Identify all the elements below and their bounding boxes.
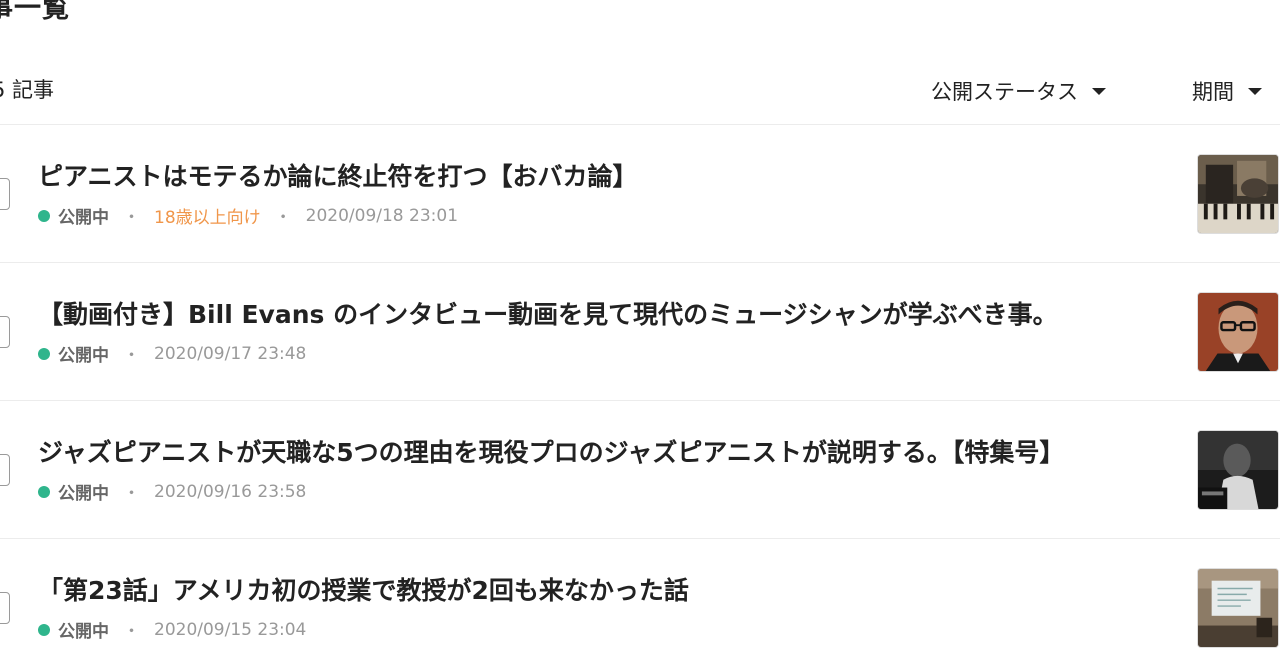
caret-down-icon xyxy=(1248,87,1262,95)
status-dot-icon xyxy=(38,623,50,636)
publish-date: 2020/09/17 23:48 xyxy=(154,343,307,364)
publish-date: 2020/09/16 23:58 xyxy=(154,481,307,502)
article-list-page: 事一覧 5 記事 公開ステータス 期間 ピアニストはモテるか論に終止符を打つ【お… xyxy=(0,0,1280,671)
status-filter-label: 公開ステータス xyxy=(931,80,1078,104)
status-dot-icon xyxy=(38,485,50,498)
period-filter-dropdown[interactable]: 期間 xyxy=(1192,76,1262,106)
article-meta: 公開中 ・ 18歳以上向け ・ 2020/09/18 23:01 xyxy=(38,203,458,228)
article-meta: 公開中 ・ 2020/09/16 23:58 xyxy=(38,479,306,504)
list-toolbar: 5 記事 公開ステータス 期間 xyxy=(0,70,1280,110)
period-filter-label: 期間 xyxy=(1192,80,1234,104)
article-meta: 公開中 ・ 2020/09/15 23:04 xyxy=(38,617,306,642)
article-title[interactable]: 「第23話」アメリカ初の授業で教授が2回も来なかった話 xyxy=(38,571,689,607)
article-row: ピアニストはモテるか論に終止符を打つ【おバカ論】 公開中 ・ 18歳以上向け ・… xyxy=(0,124,1280,262)
status-dot-icon xyxy=(38,347,50,360)
separator: ・ xyxy=(123,208,140,228)
article-title[interactable]: 【動画付き】Bill Evans のインタビュー動画を見て現代のミュージシャンが… xyxy=(38,295,1058,331)
article-thumbnail[interactable] xyxy=(1197,568,1279,648)
article-row: ジャズピアニストが天職な5つの理由を現役プロのジャズピアニストが説明する。【特集… xyxy=(0,400,1280,538)
pianist-bw-photo-image xyxy=(1198,431,1278,509)
publish-date: 2020/09/18 23:01 xyxy=(305,205,459,226)
status-filter-dropdown[interactable]: 公開ステータス xyxy=(931,76,1106,106)
article-checkbox[interactable] xyxy=(0,316,10,348)
page-title: 事一覧 xyxy=(0,0,70,24)
separator: ・ xyxy=(123,346,140,366)
status-dot-icon xyxy=(38,209,50,222)
article-meta: 公開中 ・ 2020/09/17 23:48 xyxy=(38,341,306,366)
article-row: 【動画付き】Bill Evans のインタビュー動画を見て現代のミュージシャンが… xyxy=(0,262,1280,400)
portrait-photo-image xyxy=(1198,293,1278,371)
article-list: ピアニストはモテるか論に終止符を打つ【おバカ論】 公開中 ・ 18歳以上向け ・… xyxy=(0,124,1280,671)
status-label: 公開中 xyxy=(58,622,109,642)
separator: ・ xyxy=(123,484,140,504)
age-restriction-label: 18歳以上向け xyxy=(154,208,261,228)
caret-down-icon xyxy=(1092,87,1106,95)
status-label: 公開中 xyxy=(58,346,109,366)
article-thumbnail[interactable] xyxy=(1197,292,1279,372)
article-checkbox[interactable] xyxy=(0,178,10,210)
separator: ・ xyxy=(123,622,140,642)
article-thumbnail[interactable] xyxy=(1197,154,1279,234)
article-row: 「第23話」アメリカ初の授業で教授が2回も来なかった話 公開中 ・ 2020/0… xyxy=(0,538,1280,671)
status-label: 公開中 xyxy=(58,208,109,228)
article-title[interactable]: ジャズピアニストが天職な5つの理由を現役プロのジャズピアニストが説明する。【特集… xyxy=(38,433,1064,469)
separator: ・ xyxy=(274,208,292,228)
status-label: 公開中 xyxy=(58,484,109,504)
article-title[interactable]: ピアニストはモテるか論に終止符を打つ【おバカ論】 xyxy=(38,157,638,193)
article-checkbox[interactable] xyxy=(0,592,10,624)
article-checkbox[interactable] xyxy=(0,454,10,486)
piano-photo-image xyxy=(1198,155,1278,233)
publish-date: 2020/09/15 23:04 xyxy=(154,619,307,640)
classroom-photo-image xyxy=(1198,569,1278,647)
article-thumbnail[interactable] xyxy=(1197,430,1279,510)
article-count: 5 記事 xyxy=(0,78,55,102)
